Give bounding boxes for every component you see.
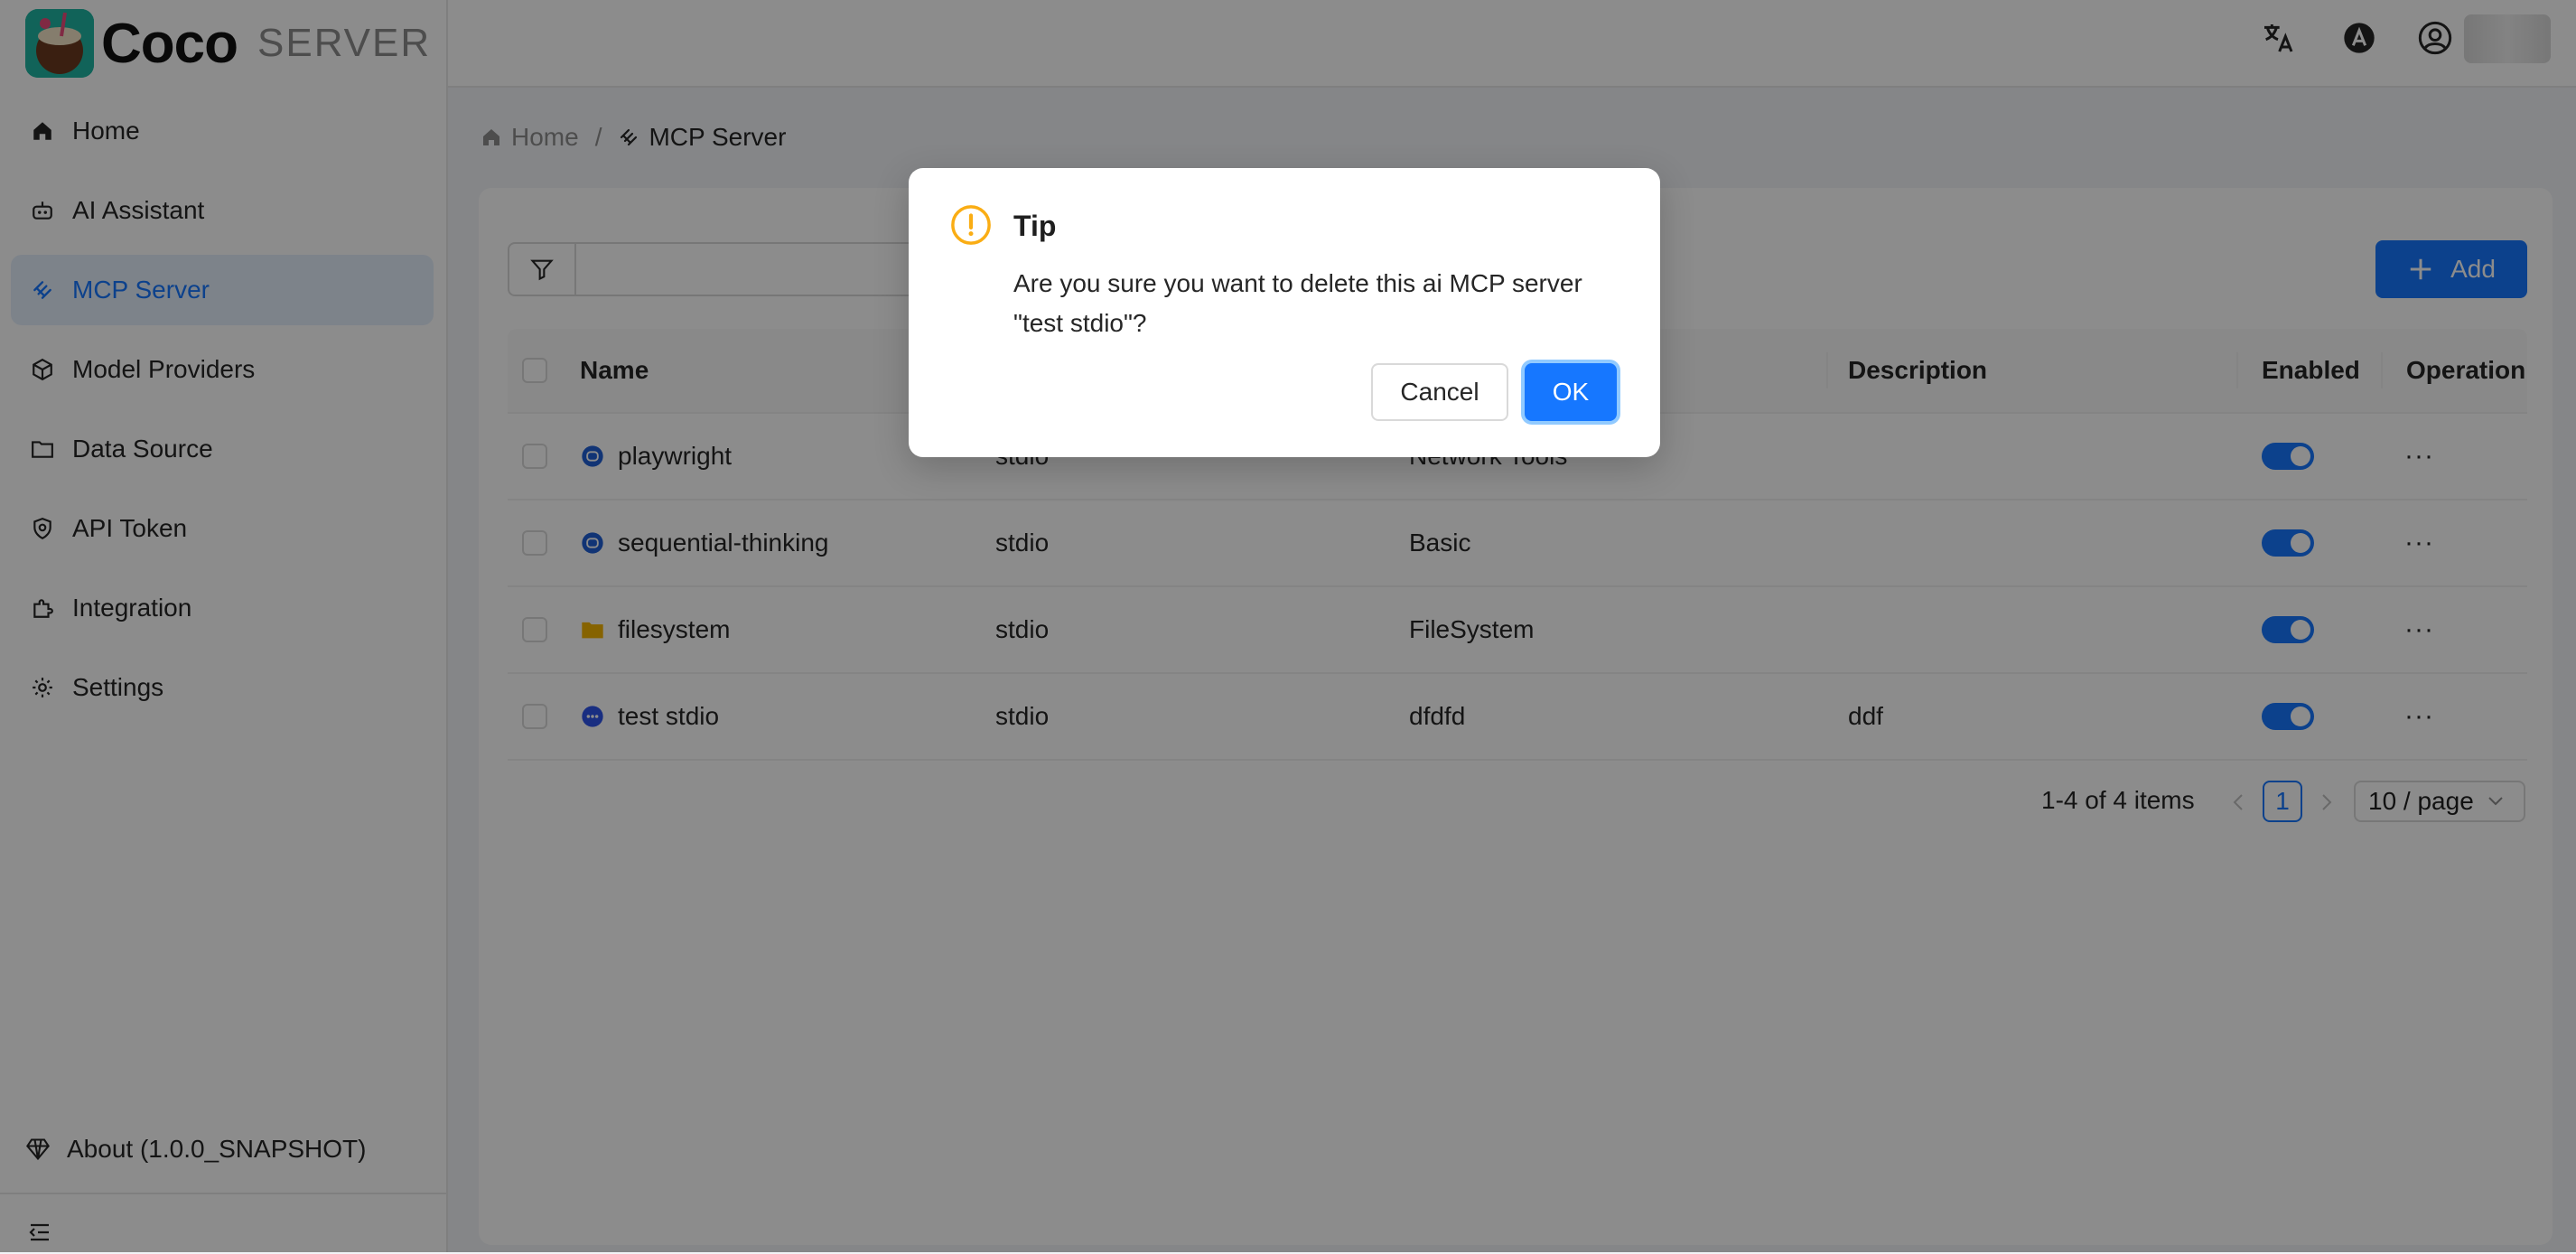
dialog-title: Tip (1013, 210, 1057, 242)
confirm-dialog: Tip Are you sure you want to delete this… (909, 168, 1660, 457)
ok-button[interactable]: OK (1525, 363, 1617, 421)
dialog-message: Are you sure you want to delete this ai … (1013, 269, 1582, 337)
warning-icon (951, 205, 991, 245)
cancel-button[interactable]: Cancel (1371, 363, 1508, 421)
